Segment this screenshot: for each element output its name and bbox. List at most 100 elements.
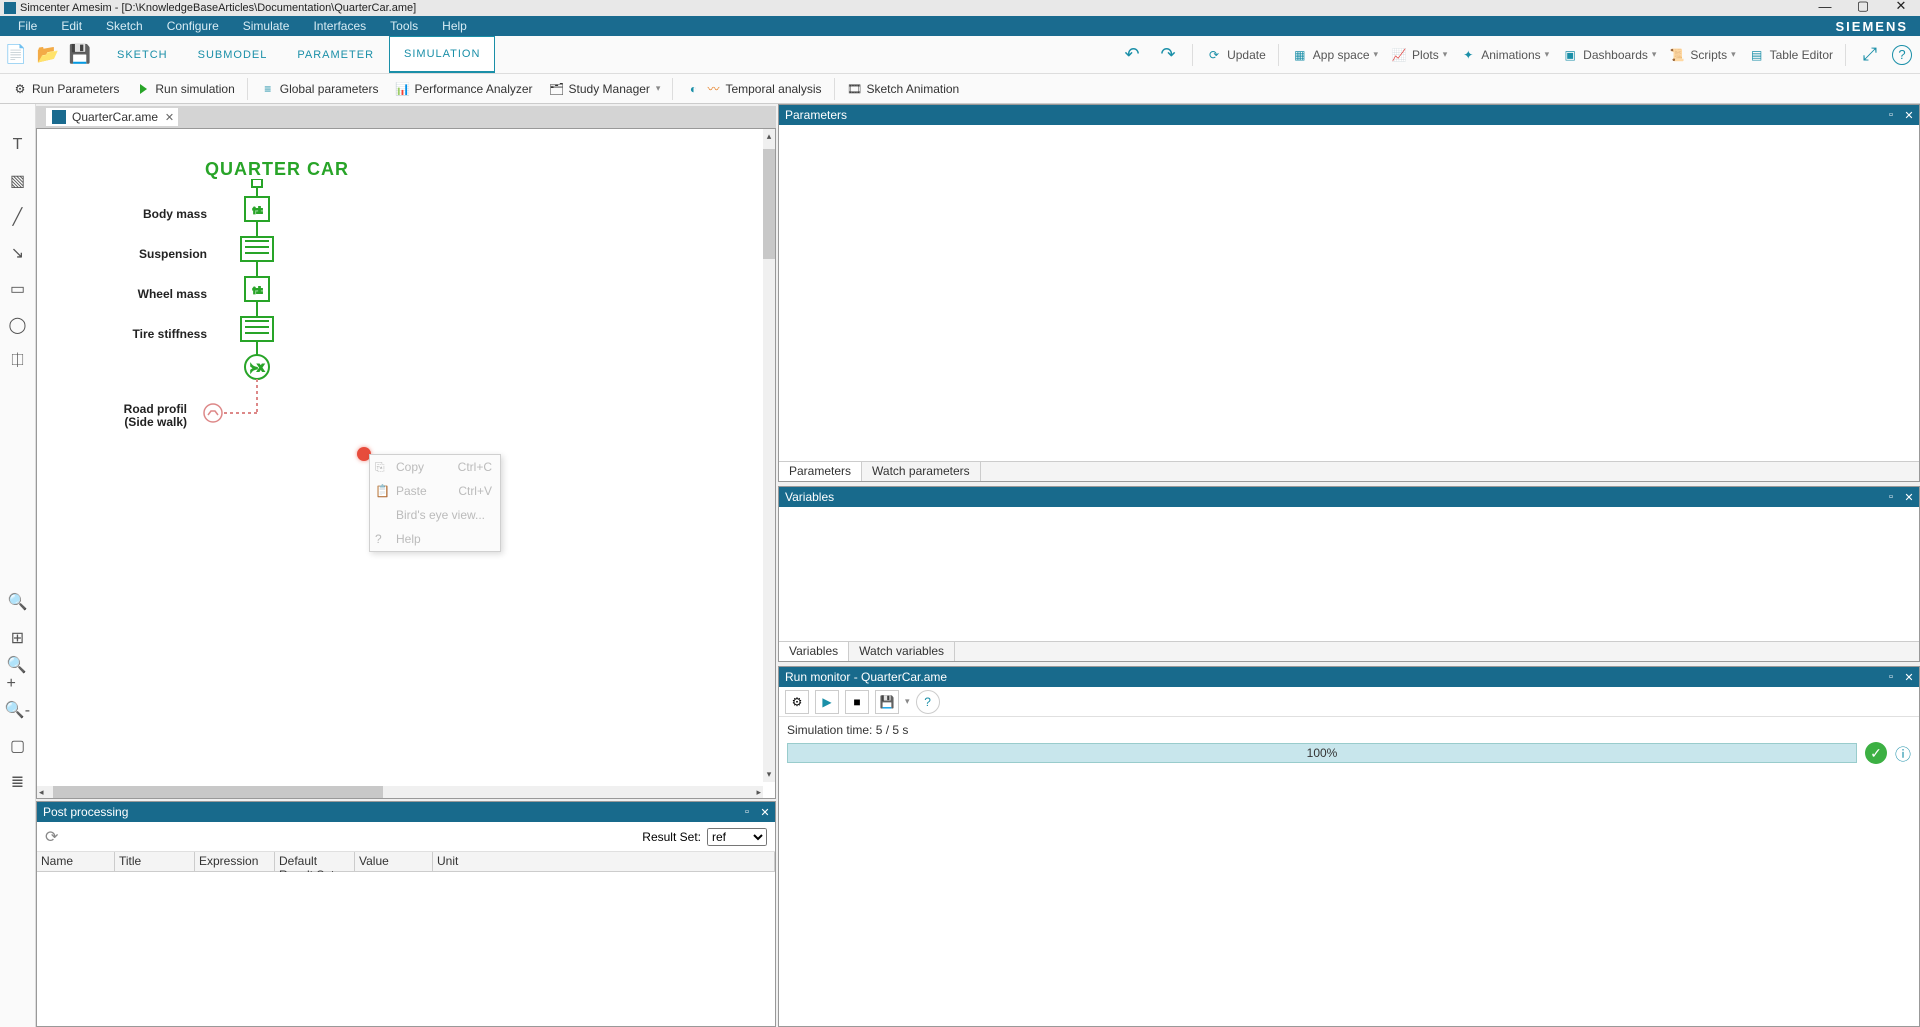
arrow-tool-icon[interactable]: ↘: [7, 242, 29, 264]
col-unit[interactable]: Unit: [433, 852, 775, 871]
undo-icon[interactable]: ↶: [1118, 41, 1146, 69]
separator: [1192, 44, 1193, 66]
label-road-profil-2: (Side walk): [77, 415, 187, 429]
rect-tool-icon[interactable]: ▭: [7, 278, 29, 300]
horizontal-scrollbar[interactable]: ◂▸: [37, 786, 763, 798]
tab-watch-parameters[interactable]: Watch parameters: [862, 462, 981, 481]
context-menu: ⎘CopyCtrl+C 📋PasteCtrl+V Bird's eye view…: [369, 454, 501, 552]
result-set-select[interactable]: ref: [707, 828, 767, 846]
menu-tools[interactable]: Tools: [378, 19, 430, 33]
col-expression[interactable]: Expression: [195, 852, 275, 871]
sketch-canvas[interactable]: QUARTER CAR Body mass Suspension Wheel m…: [36, 128, 776, 799]
left-tool-column: T ▧ ╱ ↘ ▭ ◯ ⎅ 🔍 ⊞ 🔍+ 🔍- ▢ ≣: [0, 104, 36, 1027]
document-tab[interactable]: QuarterCar.ame ✕: [46, 108, 178, 126]
close-tab-icon[interactable]: ✕: [165, 111, 174, 124]
vertical-scrollbar[interactable]: ▴▾: [763, 129, 775, 782]
menu-sketch[interactable]: Sketch: [94, 19, 155, 33]
dashboards-button[interactable]: ▣Dashboards▾: [1557, 46, 1660, 64]
help-icon[interactable]: ?: [1892, 45, 1912, 65]
menu-edit[interactable]: Edit: [49, 19, 94, 33]
ctx-help[interactable]: ?Help: [370, 527, 500, 551]
col-value[interactable]: Value: [355, 852, 433, 871]
ribbon-toolbar: ⚙Run Parameters Run simulation ≡Global p…: [0, 74, 1920, 104]
align-tool-icon[interactable]: ⎅: [7, 350, 29, 372]
minimize-button[interactable]: —: [1806, 0, 1844, 16]
menu-file[interactable]: File: [6, 19, 49, 33]
tab-simulation[interactable]: SIMULATION: [389, 36, 495, 73]
line-tool-icon[interactable]: ╱: [7, 206, 29, 228]
temporal-analysis-button[interactable]: ◐〰Temporal analysis: [677, 74, 829, 103]
svg-text:≻X: ≻X: [250, 363, 264, 373]
diagram: QUARTER CAR Body mass Suspension Wheel m…: [97, 159, 349, 180]
close-panel-icon[interactable]: ✕: [1903, 671, 1915, 683]
tab-submodel[interactable]: SUBMODEL: [183, 36, 283, 73]
zoom-area-icon[interactable]: ⊞: [7, 627, 29, 649]
save-results-button[interactable]: 💾: [875, 690, 899, 714]
animations-button[interactable]: ✦Animations▾: [1455, 46, 1553, 64]
scripts-button[interactable]: 📜Scripts▾: [1664, 46, 1739, 64]
open-icon[interactable]: 📂: [34, 41, 62, 69]
menu-interfaces[interactable]: Interfaces: [301, 19, 378, 33]
play-button[interactable]: ▶: [815, 690, 839, 714]
run-monitor-toolbar: ⚙ ▶ ■ 💾 ▾ ?: [779, 687, 1919, 717]
col-name[interactable]: Name: [37, 852, 115, 871]
window-title: Simcenter Amesim - [D:\KnowledgeBaseArti…: [20, 2, 416, 14]
ctx-birds-eye[interactable]: Bird's eye view...: [370, 503, 500, 527]
label-suspension: Suspension: [97, 247, 207, 261]
settings-button[interactable]: ⚙: [785, 690, 809, 714]
ellipse-tool-icon[interactable]: ◯: [7, 314, 29, 336]
play-icon: ▶: [822, 695, 831, 709]
text-tool-icon[interactable]: T: [7, 134, 29, 156]
refresh-pp-icon[interactable]: ⟳: [45, 827, 58, 847]
run-simulation-button[interactable]: Run simulation: [127, 74, 242, 103]
study-manager-button[interactable]: 🗂Study Manager▾: [541, 74, 669, 103]
ctx-copy[interactable]: ⎘CopyCtrl+C: [370, 455, 500, 479]
tab-parameters[interactable]: Parameters: [779, 462, 862, 481]
chevron-down-icon[interactable]: ▾: [905, 696, 910, 707]
redo-icon[interactable]: ↷: [1154, 41, 1182, 69]
tab-variables[interactable]: Variables: [779, 642, 849, 661]
zoom-tool-icon[interactable]: 🔍: [7, 591, 29, 613]
sketch-animation-button[interactable]: 🎞Sketch Animation: [839, 74, 968, 103]
dock-icon[interactable]: ▫: [1885, 109, 1897, 121]
plots-button[interactable]: 📈Plots▾: [1386, 46, 1451, 64]
help-button[interactable]: ?: [916, 690, 940, 714]
close-button[interactable]: ✕: [1882, 0, 1920, 16]
info-icon[interactable]: ⓘ: [1895, 741, 1911, 765]
global-parameters-button[interactable]: ≡Global parameters: [252, 74, 387, 103]
close-panel-icon[interactable]: ✕: [1903, 491, 1915, 503]
tab-parameter[interactable]: PARAMETER: [282, 36, 389, 73]
col-title[interactable]: Title: [115, 852, 195, 871]
tab-watch-variables[interactable]: Watch variables: [849, 642, 955, 661]
zoom-in-icon[interactable]: 🔍+: [7, 663, 29, 685]
dock-icon[interactable]: ▫: [1885, 491, 1897, 503]
fit-icon[interactable]: ▢: [7, 735, 29, 757]
dock-icon[interactable]: ▫: [741, 806, 753, 818]
new-icon[interactable]: 📄: [2, 41, 30, 69]
layers-icon[interactable]: ≣: [7, 771, 29, 793]
separator: [672, 78, 673, 100]
close-panel-icon[interactable]: ✕: [759, 806, 771, 818]
performance-analyzer-button[interactable]: 📊Performance Analyzer: [386, 74, 540, 103]
doc-icon: [52, 110, 66, 124]
expand-icon[interactable]: ⤢: [1856, 41, 1884, 69]
menu-simulate[interactable]: Simulate: [231, 19, 302, 33]
menu-help[interactable]: Help: [430, 19, 479, 33]
run-parameters-button[interactable]: ⚙Run Parameters: [4, 74, 127, 103]
image-tool-icon[interactable]: ▧: [7, 170, 29, 192]
simulation-time-label: Simulation time: 5 / 5 s: [787, 723, 1911, 737]
stop-button[interactable]: ■: [845, 690, 869, 714]
zoom-out-icon[interactable]: 🔍-: [7, 699, 29, 721]
table-editor-button[interactable]: ▤Table Editor: [1744, 46, 1837, 64]
update-button[interactable]: ⟳Update: [1201, 46, 1270, 64]
save-icon[interactable]: 💾: [66, 41, 94, 69]
maximize-button[interactable]: ▢: [1844, 0, 1882, 16]
close-panel-icon[interactable]: ✕: [1903, 109, 1915, 121]
label-body-mass: Body mass: [97, 207, 207, 221]
tab-sketch[interactable]: SKETCH: [102, 36, 183, 73]
menu-configure[interactable]: Configure: [155, 19, 231, 33]
app-space-button[interactable]: ▦App space▾: [1287, 46, 1382, 64]
ctx-paste[interactable]: 📋PasteCtrl+V: [370, 479, 500, 503]
dock-icon[interactable]: ▫: [1885, 671, 1897, 683]
col-default-rs[interactable]: Default Result Set: [275, 852, 355, 871]
